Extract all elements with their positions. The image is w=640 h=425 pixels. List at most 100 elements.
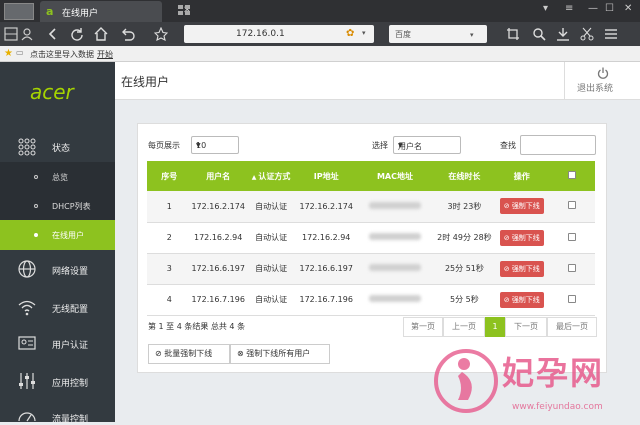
row-checkbox[interactable]	[568, 232, 577, 241]
pager-last[interactable]: 最后一页	[547, 317, 597, 337]
results-summary: 第 1 至 4 条结果 总共 4 条	[148, 322, 246, 331]
sidebar-item-wireless[interactable]: 无线配置	[0, 290, 115, 326]
bookmark-import-link[interactable]: 点击这里导入数据	[30, 49, 94, 60]
mac-blurred	[368, 264, 421, 271]
bullet-icon	[34, 175, 38, 179]
tab-thumbnail[interactable]	[4, 3, 34, 20]
crop-icon[interactable]	[506, 27, 522, 41]
select-all-checkbox[interactable]	[568, 171, 577, 179]
browser-tab[interactable]: a 在线用户 ✕	[40, 1, 191, 22]
cell-user: 172.16.6.197	[191, 253, 245, 285]
pager-first[interactable]: 第一页	[403, 317, 443, 337]
watermark-text: 妃孕网	[502, 354, 605, 392]
browser-menu-icon[interactable]	[604, 27, 618, 41]
tab-title: 在线用户	[62, 9, 99, 19]
cell-checkbox	[549, 191, 595, 223]
col-header-ip[interactable]: IP地址	[297, 161, 356, 191]
bookmark-folder-icon: ▭	[16, 48, 24, 57]
col-header-auth[interactable]: ▲ 认证方式	[244, 161, 298, 191]
sidebar-item-traffic-control[interactable]: 流量控制	[0, 404, 115, 425]
col-header-mac[interactable]: MAC地址	[355, 161, 435, 191]
pager-prev[interactable]: 上一页	[443, 317, 485, 337]
user-icon[interactable]	[20, 27, 34, 41]
sidebar-item-label: 无线配置	[52, 305, 89, 315]
logout-button[interactable]: 退出系统	[564, 62, 640, 100]
watermark-url: www.feiyundao.com	[512, 402, 603, 412]
sidebar-item-status[interactable]: 状态	[0, 128, 115, 164]
col-header-duration[interactable]: 在线时长	[434, 161, 495, 191]
close-circle-icon: ⊗	[237, 349, 244, 358]
table-row: 1 172.16.2.174 自动认证 172.16.2.174 3时 23秒 …	[147, 191, 595, 223]
bookmark-star-icon: ★	[4, 48, 13, 59]
force-offline-button[interactable]: ⊘ 强制下线	[499, 260, 544, 277]
home-grid-icon[interactable]	[4, 27, 18, 41]
find-icon[interactable]	[532, 27, 546, 41]
star-icon[interactable]	[154, 27, 168, 41]
undo-icon[interactable]	[120, 27, 138, 41]
sort-asc-icon: ▲	[251, 173, 257, 181]
watermark: 妃孕网 www.feiyundao.com	[432, 340, 640, 422]
offline-all-button[interactable]: ⊗ 强制下线所有用户	[230, 344, 330, 364]
bullet-icon	[34, 204, 38, 208]
search-engine-label: 百度	[395, 30, 411, 39]
cell-ip: 172.16.6.197	[297, 253, 356, 285]
address-dropdown-icon[interactable]: ▾	[362, 29, 366, 37]
sidebar-item-app-control[interactable]: 应用控制	[0, 364, 115, 400]
col-header-no[interactable]: 序号	[147, 161, 192, 191]
force-offline-button[interactable]: ⊘ 强制下线	[499, 198, 544, 215]
table-row: 4 172.16.7.196 自动认证 172.16.7.196 5分 5秒 ⊘…	[147, 284, 595, 316]
col-header-user[interactable]: 用户名	[191, 161, 245, 191]
pager-next[interactable]: 下一页	[505, 317, 547, 337]
row-checkbox[interactable]	[568, 294, 577, 303]
address-text: 172.16.0.1	[236, 29, 285, 39]
home-icon[interactable]	[94, 27, 108, 41]
search-input[interactable]	[520, 135, 596, 155]
cell-checkbox	[549, 284, 595, 316]
mac-blurred	[368, 233, 421, 240]
bookmarks-bar: ★ ▭ 点击这里导入数据 开始	[0, 46, 640, 62]
window-close-icon[interactable]: ✕	[624, 3, 632, 14]
sidebar-item-user-auth[interactable]: 用户认证	[0, 326, 115, 362]
shirt-icon[interactable]: ▾	[543, 3, 548, 14]
cut-icon[interactable]	[580, 27, 594, 41]
sidebar-subitem-dhcp[interactable]: DHCP列表	[0, 191, 115, 221]
ie-mode-icon[interactable]: ✿	[346, 28, 354, 39]
download-icon[interactable]	[556, 27, 570, 41]
ban-icon: ⊘	[503, 233, 510, 242]
address-bar[interactable]: 172.16.0.1 ✿ ▾	[184, 25, 374, 43]
row-checkbox[interactable]	[568, 201, 577, 210]
sliders-icon	[18, 372, 36, 390]
per-page-select[interactable]: 10 ▼	[191, 136, 239, 154]
table-row: 2 172.16.2.94 自动认证 172.16.2.94 2时 49分 28…	[147, 222, 595, 254]
sidebar-item-network[interactable]: 网络设置	[0, 252, 115, 288]
cell-ip: 172.16.2.174	[297, 191, 356, 223]
power-icon	[597, 67, 609, 79]
page-header: 在线用户 退出系统	[115, 62, 640, 100]
cell-action: ⊘ 强制下线	[494, 191, 550, 223]
cell-duration: 25分 51秒	[434, 253, 495, 285]
cell-ip: 172.16.7.196	[297, 284, 356, 316]
bookmark-start-link[interactable]: 开始	[97, 49, 113, 60]
maximize-icon[interactable]: ☐	[605, 3, 614, 14]
force-offline-button[interactable]: ⊘ 强制下线	[499, 229, 544, 246]
cell-user: 172.16.7.196	[191, 284, 245, 316]
force-offline-button[interactable]: ⊘ 强制下线	[499, 291, 544, 308]
row-checkbox[interactable]	[568, 263, 577, 272]
per-page-label: 每页展示	[148, 141, 180, 150]
menu-icon[interactable]: ≡	[565, 3, 573, 14]
pregnant-woman-logo-icon	[434, 344, 498, 418]
sidebar-subitem-online-users[interactable]: 在线用户	[0, 220, 115, 250]
minimize-icon[interactable]: —	[588, 3, 598, 14]
cell-checkbox	[549, 222, 595, 254]
back-icon[interactable]	[46, 27, 60, 41]
sidebar-subitem-overview[interactable]: 总览	[0, 162, 115, 192]
reload-icon[interactable]	[70, 27, 84, 41]
col-header-checkbox[interactable]	[549, 161, 595, 191]
search-dropdown-icon[interactable]: ▾	[470, 31, 474, 39]
batch-offline-button[interactable]: ⊘ 批量强制下线	[148, 344, 230, 364]
browser-tab-bar: a 在线用户 ✕ ▾ ≡ — ☐ ✕	[0, 0, 640, 22]
pager-current[interactable]: 1	[485, 317, 505, 337]
col-header-action: 操作	[494, 161, 550, 191]
field-select[interactable]: 用户名 ▼	[393, 136, 461, 154]
tab-grid-icon[interactable]	[178, 5, 190, 15]
